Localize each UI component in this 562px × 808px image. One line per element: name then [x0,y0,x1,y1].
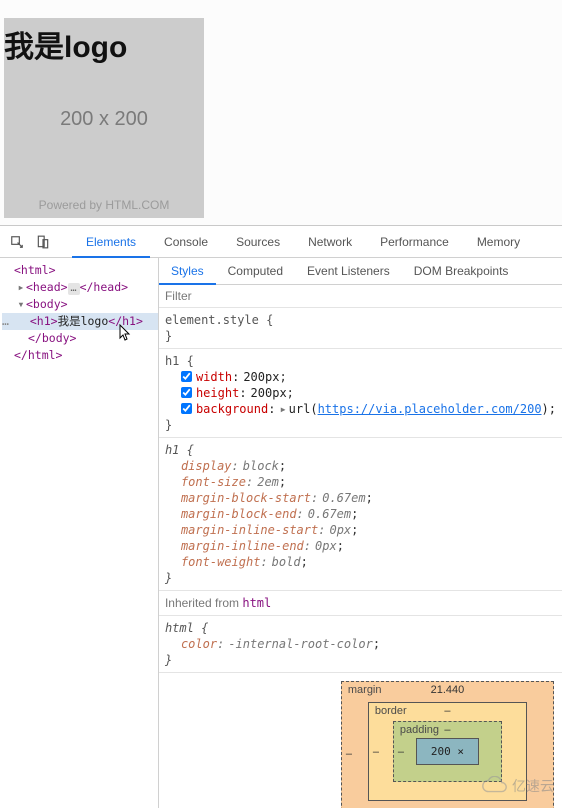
rendered-page-preview: 我是logo 200 x 200 Powered by HTML.COM [0,0,562,225]
dom-h1-text[interactable]: 我是logo [58,314,109,328]
h1-placeholder-box: 我是logo 200 x 200 Powered by HTML.COM [4,18,204,218]
dom-body-close[interactable]: </body> [28,331,76,345]
tab-performance[interactable]: Performance [366,226,463,257]
dom-body-open[interactable]: <body> [26,297,68,311]
rule-h1-authored[interactable]: h1 { width:200px; height:200px; backgrou… [159,349,562,438]
tab-network[interactable]: Network [294,226,366,257]
background-url-link[interactable]: https://via.placeholder.com/200 [318,402,542,416]
panel-tabs: Elements Console Sources Network Perform… [72,226,562,257]
bm-padding-left: – [398,746,404,758]
subtab-event-listeners[interactable]: Event Listeners [295,258,402,284]
bm-content: 200 × [416,738,479,765]
dom-head-open[interactable]: <head> [26,280,68,294]
subtab-computed[interactable]: Computed [216,258,295,284]
bm-border-top: – [444,705,450,717]
bm-border-left: – [373,746,379,758]
rule-element-style[interactable]: element.style { } [159,308,562,349]
dom-tree[interactable]: <html> <head>…</head> <body> … <h1>我是log… [0,258,159,808]
rule-h1-ua[interactable]: h1 { display:block; font-size:2em; margi… [159,438,562,591]
watermark: 亿速云 [480,776,554,796]
dom-h1-open[interactable]: <h1> [30,314,58,328]
tab-memory[interactable]: Memory [463,226,534,257]
subtab-styles[interactable]: Styles [159,258,216,284]
placeholder-credit: Powered by HTML.COM [4,198,204,212]
tab-console[interactable]: Console [150,226,222,257]
bm-margin-label: margin [348,684,382,696]
mouse-cursor-icon [118,324,132,346]
prop-toggle-height[interactable] [181,387,192,398]
devtools-panel: Elements Console Sources Network Perform… [0,225,562,808]
tab-sources[interactable]: Sources [222,226,294,257]
inherited-from-row: Inherited from html [159,591,562,616]
bm-border-label: border [375,705,407,717]
prop-toggle-background[interactable] [181,403,192,414]
placeholder-dimensions: 200 x 200 [60,108,148,131]
devtools-toolbar: Elements Console Sources Network Perform… [0,226,562,258]
styles-pane: Styles Computed Event Listeners DOM Brea… [159,258,562,808]
bm-padding-top: – [444,724,450,736]
filter-input[interactable]: Filter [165,289,192,303]
dom-html-close[interactable]: </html> [14,348,62,362]
rule-html-ua[interactable]: html { color:-internal-root-color; } [159,616,562,673]
dom-head-close[interactable]: </head> [80,280,128,294]
inspect-element-button[interactable] [6,231,28,253]
inherited-tag-chip[interactable]: html [242,596,271,610]
page-heading: 我是logo [4,22,127,66]
bm-margin-top: 21.440 [431,684,465,696]
cloud-icon [480,776,508,796]
device-toolbar-button[interactable] [32,231,54,253]
bm-padding-label: padding [400,724,439,736]
expand-url-icon[interactable] [279,401,286,417]
prop-toggle-width[interactable] [181,371,192,382]
bm-margin-left: – [346,748,352,760]
subtab-dom-breakpoints[interactable]: DOM Breakpoints [402,258,521,284]
gutter-dots: … [2,314,9,328]
dom-html-open[interactable]: <html> [14,263,56,277]
ellipsis: … [68,283,80,295]
tab-elements[interactable]: Elements [72,226,150,257]
